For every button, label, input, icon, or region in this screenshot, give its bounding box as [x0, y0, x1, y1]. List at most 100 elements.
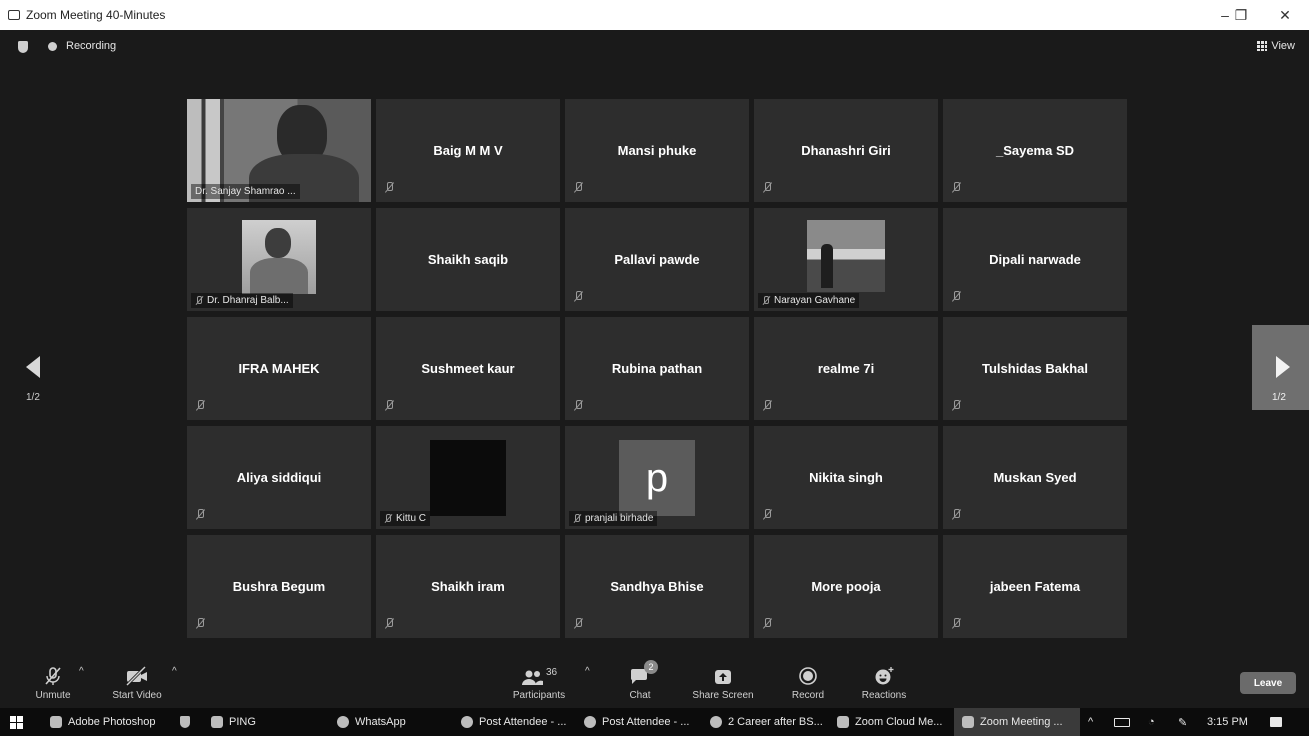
participant-name: Baig M M V	[433, 143, 503, 158]
start-video-button[interactable]: Start Video	[104, 664, 170, 701]
taskbar-item[interactable]: Zoom Cloud Me...	[833, 708, 946, 736]
taskbar-item-active[interactable]: Zoom Meeting ...	[954, 708, 1080, 736]
participant-tile[interactable]: More pooja	[754, 535, 938, 638]
participant-tile[interactable]: Sushmeet kaur	[376, 317, 560, 420]
participant-tile[interactable]: Nikita singh	[754, 426, 938, 529]
participant-tile[interactable]: Dr. Dhanraj Balb...	[187, 208, 371, 311]
grid-view-icon	[1257, 41, 1268, 51]
participant-tile[interactable]: Rubina pathan	[565, 317, 749, 420]
tray-overflow-icon[interactable]: ^	[1088, 708, 1093, 736]
taskbar-item-label: Zoom Meeting ...	[980, 716, 1063, 728]
participants-button[interactable]: 36 Participants	[504, 664, 574, 701]
chat-badge: 2	[644, 660, 658, 674]
restore-button[interactable]: ❐	[1221, 0, 1261, 30]
clock-time[interactable]: 3:15 PM	[1207, 708, 1248, 736]
participant-tile[interactable]: jabeen Fatema	[943, 535, 1127, 638]
participant-tile[interactable]: Muskan Syed	[943, 426, 1127, 529]
participant-tile[interactable]: Dipali narwade	[943, 208, 1127, 311]
participant-tile[interactable]: Shaikh iram	[376, 535, 560, 638]
audio-options-caret-icon[interactable]: ^	[79, 666, 84, 677]
participant-tile[interactable]: Tulshidas Bakhal	[943, 317, 1127, 420]
participant-name: Nikita singh	[809, 470, 883, 485]
muted-mic-icon	[951, 291, 961, 303]
reactions-label: Reactions	[861, 690, 907, 701]
taskbar-item[interactable]: Post Attendee - ...	[580, 708, 693, 736]
record-button[interactable]: Record	[786, 664, 830, 701]
muted-mic-icon	[384, 182, 394, 194]
participant-tile[interactable]: Bushra Begum	[187, 535, 371, 638]
participant-tile[interactable]: Aliya siddiqui	[187, 426, 371, 529]
taskbar-item[interactable]: WhatsApp	[333, 708, 410, 736]
pen-icon[interactable]: ✎	[1178, 708, 1187, 736]
windows-start-icon[interactable]	[10, 716, 23, 729]
battery-icon[interactable]	[1114, 708, 1130, 736]
share-screen-button[interactable]: Share Screen	[688, 664, 758, 701]
participant-name: Dipali narwade	[989, 252, 1081, 267]
chat-button[interactable]: 2 Chat	[620, 660, 660, 701]
muted-mic-icon	[195, 400, 205, 412]
taskbar-item[interactable]	[176, 708, 200, 736]
participants-icon	[521, 670, 543, 685]
participant-tile[interactable]: Dr. Sanjay Shamrao ...	[187, 99, 371, 202]
shield-icon[interactable]	[18, 41, 28, 53]
participant-name: Mansi phuke	[617, 143, 697, 158]
participant-tile[interactable]: Mansi phuke	[565, 99, 749, 202]
muted-mic-icon	[951, 618, 961, 630]
participant-name: Shaikh saqib	[427, 252, 509, 267]
next-page-arrow-icon[interactable]	[1276, 356, 1290, 378]
unmute-button[interactable]: Unmute	[26, 664, 80, 701]
video-off-icon	[125, 666, 147, 686]
profile-photo	[807, 220, 885, 292]
taskbar-item[interactable]: Adobe Photoshop	[46, 708, 159, 736]
view-label: View	[1271, 40, 1295, 52]
participant-name: _Sayema SD	[995, 143, 1075, 158]
taskbar-item[interactable]: PING	[207, 708, 260, 736]
participant-tile[interactable]: Baig M M V	[376, 99, 560, 202]
participant-tile[interactable]: IFRA MAHEK	[187, 317, 371, 420]
muted-mic-icon	[951, 182, 961, 194]
notification-icon[interactable]	[1270, 708, 1282, 736]
share-screen-label: Share Screen	[692, 690, 754, 701]
participant-name: Narayan Gavhane	[774, 295, 856, 306]
leave-button[interactable]: Leave	[1240, 672, 1296, 694]
participant-tile[interactable]: Sandhya Bhise	[565, 535, 749, 638]
recording-icon	[48, 42, 57, 51]
muted-mic-icon	[195, 295, 203, 305]
participant-tile[interactable]: Kittu C	[376, 426, 560, 529]
participant-tile[interactable]: _Sayema SD	[943, 99, 1127, 202]
view-button[interactable]: View	[1257, 40, 1295, 52]
muted-mic-icon	[573, 513, 581, 523]
muted-mic-icon	[573, 291, 583, 303]
participant-tile[interactable]: p pranjali birhade	[565, 426, 749, 529]
participant-tile[interactable]: Pallavi pawde	[565, 208, 749, 311]
participant-name: Sandhya Bhise	[610, 579, 704, 594]
reactions-button[interactable]: Reactions	[854, 664, 914, 701]
taskbar-item[interactable]: 2 Career after BS...	[706, 708, 827, 736]
taskbar-item[interactable]: Post Attendee - ...	[457, 708, 570, 736]
taskbar-item-label: PING	[229, 716, 256, 728]
participant-name: pranjali birhade	[585, 513, 654, 524]
close-button[interactable]: ✕	[1265, 0, 1305, 30]
muted-mic-icon	[762, 182, 772, 194]
zoom-icon	[837, 716, 849, 728]
participants-options-caret-icon[interactable]: ^	[585, 666, 590, 677]
chrome-icon	[710, 716, 722, 728]
meeting-top-bar	[0, 30, 1309, 66]
participants-label: Participants	[512, 690, 566, 701]
participant-name: Kittu C	[396, 513, 427, 524]
video-options-caret-icon[interactable]: ^	[172, 666, 177, 677]
participant-tile[interactable]: Shaikh saqib	[376, 208, 560, 311]
muted-mic-icon	[384, 513, 392, 523]
muted-mic-icon	[195, 509, 205, 521]
participant-name: Dhanashri Giri	[801, 143, 891, 158]
participant-tile[interactable]: Dhanashri Giri	[754, 99, 938, 202]
previous-page-arrow-icon[interactable]	[26, 356, 40, 378]
participant-tile[interactable]: Narayan Gavhane	[754, 208, 938, 311]
gallery-grid: Dr. Sanjay Shamrao ... Baig M M V Mansi …	[187, 99, 1127, 638]
recording-label: Recording	[66, 40, 117, 52]
record-label: Record	[791, 690, 825, 701]
participant-tile[interactable]: realme 7i	[754, 317, 938, 420]
wifi-icon[interactable]: ◔	[1148, 708, 1155, 736]
muted-mic-icon	[384, 618, 394, 630]
participant-label: pranjali birhade	[569, 511, 658, 526]
